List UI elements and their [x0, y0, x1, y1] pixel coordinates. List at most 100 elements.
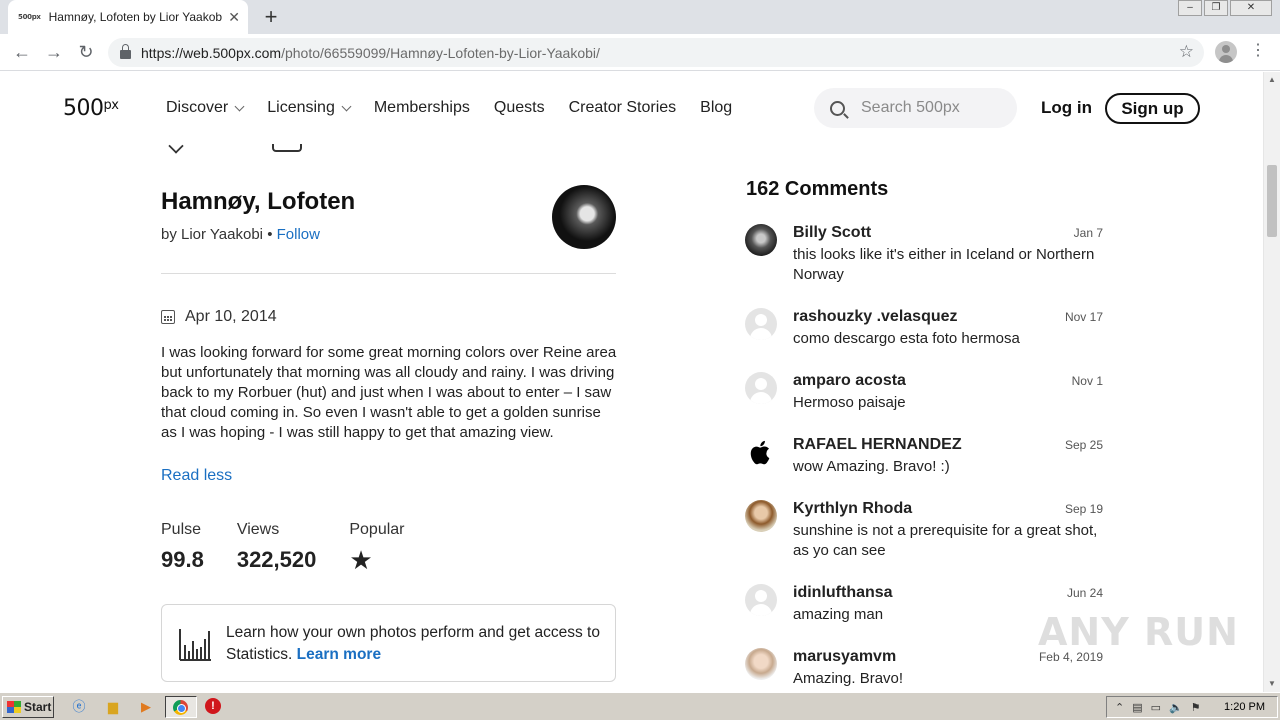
- promo-text-block: Learn how your own photos perform and ge…: [226, 622, 606, 666]
- commenter-avatar[interactable]: [745, 308, 777, 340]
- photographer-avatar[interactable]: [552, 185, 616, 249]
- stat-pulse-value: 99.8: [161, 547, 204, 572]
- start-button[interactable]: Start: [2, 696, 54, 718]
- read-less-link[interactable]: Read less: [161, 467, 232, 485]
- nav-item-creator-stories[interactable]: Creator Stories: [569, 98, 677, 118]
- comment-text: sunshine is not a prerequisite for a gre…: [793, 522, 1098, 559]
- tab-close-icon[interactable]: ✕: [228, 9, 240, 26]
- nav-item-discover[interactable]: Discover: [166, 98, 245, 118]
- nav-item-licensing[interactable]: Licensing: [267, 98, 352, 118]
- stat-views: Views 322,520: [237, 521, 317, 576]
- restore-icon[interactable]: ❐: [1204, 0, 1228, 16]
- comments-heading: 162 Comments: [746, 178, 889, 200]
- commenter-avatar[interactable]: [745, 584, 777, 616]
- search-input[interactable]: [861, 99, 991, 117]
- nav-item-label: Licensing: [267, 99, 335, 116]
- photo-title: Hamnøy, Lofoten: [161, 188, 356, 215]
- comment-text: Amazing. Bravo!: [793, 670, 904, 687]
- commenter-name[interactable]: Billy Scott: [793, 224, 871, 242]
- logo-suffix: px: [103, 98, 119, 113]
- nav-item-quests[interactable]: Quests: [494, 98, 545, 118]
- 500px-logo[interactable]: 500px: [63, 96, 119, 121]
- commenter-name[interactable]: Kyrthlyn Rhoda: [793, 500, 912, 518]
- nav-item-blog[interactable]: Blog: [700, 98, 732, 118]
- scrollbar-thumb[interactable]: [1267, 165, 1277, 237]
- comment-date: Nov 1: [1071, 374, 1103, 388]
- commenter-name[interactable]: marusyamvm: [793, 648, 896, 666]
- chrome-menu-icon[interactable]: ⋮: [1250, 42, 1266, 60]
- scroll-up-arrow-icon[interactable]: ▲: [1264, 72, 1280, 88]
- comment-text: wow Amazing. Bravo! :): [793, 458, 950, 475]
- commenter-avatar[interactable]: [745, 648, 777, 680]
- commenter-name[interactable]: idinlufthansa: [793, 584, 893, 602]
- window-close-icon[interactable]: ✕: [1230, 0, 1272, 16]
- statistics-promo: Learn how your own photos perform and ge…: [161, 604, 616, 682]
- login-link[interactable]: Log in: [1041, 98, 1092, 118]
- apple-logo-icon: [750, 440, 770, 465]
- url-domain: https://web.500px.com: [141, 44, 282, 61]
- commenter-avatar[interactable]: [745, 500, 777, 532]
- windows-taskbar: Start ⓔ ▆ ▶ ! ⌃ ▤ ▭ 🔈 ⚑ 1:20 PM: [0, 692, 1280, 720]
- photographer-name[interactable]: by Lior Yaakobi: [161, 226, 263, 243]
- stat-views-label: Views: [236, 521, 280, 538]
- profile-avatar-icon[interactable]: [1215, 41, 1237, 63]
- commenter-avatar[interactable]: [745, 436, 777, 468]
- keyboard-icon[interactable]: ▭: [1151, 701, 1161, 714]
- nav-item-label: Discover: [166, 99, 229, 116]
- volume-icon[interactable]: 🔈: [1169, 701, 1183, 714]
- tab-title: Hamnøy, Lofoten by Lior Yaakobi / 5: [48, 10, 223, 24]
- main-navigation: Discover Licensing Memberships Quests Creato…: [166, 98, 756, 118]
- scroll-down-arrow-icon[interactable]: ▼: [1264, 676, 1280, 692]
- comment-date: Jan 7: [1073, 226, 1103, 240]
- comment-date: Sep 19: [1064, 502, 1103, 516]
- back-arrow-icon[interactable]: ←: [10, 40, 34, 64]
- commenter-name[interactable]: RAFAEL HERNANDEZ: [793, 436, 962, 454]
- comment-date: Jun 24: [1066, 586, 1103, 600]
- collection-tray-icon[interactable]: [272, 144, 302, 152]
- follow-link[interactable]: Follow: [277, 226, 320, 243]
- search-box[interactable]: [814, 88, 1017, 128]
- commenter-avatar[interactable]: [745, 372, 777, 404]
- internet-explorer-icon[interactable]: ⓔ: [70, 698, 88, 716]
- comment-text: this looks like it's either in Iceland o…: [793, 246, 1095, 283]
- reload-icon[interactable]: ↻: [74, 40, 98, 64]
- action-center-flag-icon[interactable]: ⚑: [1191, 701, 1201, 714]
- minimize-icon[interactable]: –: [1178, 0, 1202, 16]
- new-tab-plus-icon[interactable]: +: [258, 4, 284, 30]
- photo-date-row: Apr 10, 2014: [161, 308, 277, 326]
- tray-expand-icon[interactable]: ⌃: [1115, 701, 1124, 714]
- folder-icon[interactable]: ▆: [104, 698, 122, 716]
- photo-byline: by Lior Yaakobi • Follow: [161, 226, 320, 243]
- stat-popular: Popular ★: [349, 521, 404, 576]
- promo-text: Learn how your own photos perform and ge…: [226, 624, 600, 663]
- calendar-icon: [161, 310, 175, 324]
- chevron-down-icon: [234, 101, 245, 111]
- antivirus-icon[interactable]: !: [205, 698, 221, 714]
- page-scrollbar[interactable]: ▲ ▼: [1263, 72, 1280, 692]
- stat-pulse-label: Pulse: [161, 521, 202, 538]
- chrome-icon: [173, 700, 188, 715]
- anyrun-watermark: ANY RUN: [1038, 610, 1239, 654]
- network-icon[interactable]: ▤: [1132, 701, 1142, 714]
- url-path: /photo/66559099/Hamnøy-Lofoten-by-Lior-Y…: [281, 44, 600, 61]
- commenter-name[interactable]: rashouzky .velasquez: [793, 308, 958, 326]
- nav-item-memberships[interactable]: Memberships: [374, 98, 470, 118]
- divider: [161, 273, 616, 274]
- nav-item-label: Creator Stories: [568, 99, 677, 116]
- address-bar[interactable]: https://web.500px.com/photo/66559099/Ham…: [108, 38, 1204, 67]
- forward-arrow-icon[interactable]: →: [42, 40, 66, 64]
- favicon-500px-icon: 500px: [18, 13, 41, 21]
- signup-button[interactable]: Sign up: [1105, 93, 1200, 124]
- site-header: 500px Discover Licensing Memberships Quests…: [0, 72, 1263, 144]
- stat-popular-label: Popular: [349, 521, 405, 538]
- media-player-icon[interactable]: ▶: [137, 698, 155, 716]
- commenter-name[interactable]: amparo acosta: [793, 372, 906, 390]
- clock: 1:20 PM: [1224, 701, 1265, 713]
- browser-tab[interactable]: 500px Hamnøy, Lofoten by Lior Yaakobi / …: [8, 0, 248, 34]
- learn-more-link[interactable]: Learn more: [297, 646, 381, 663]
- url-text[interactable]: https://web.500px.com/photo/66559099/Ham…: [141, 45, 600, 61]
- bookmark-star-icon[interactable]: ☆: [1179, 42, 1194, 62]
- commenter-avatar[interactable]: [745, 224, 777, 256]
- comment-text: como descargo esta foto hermosa: [793, 330, 1020, 347]
- comment-text: Hermoso paisaje: [793, 394, 906, 411]
